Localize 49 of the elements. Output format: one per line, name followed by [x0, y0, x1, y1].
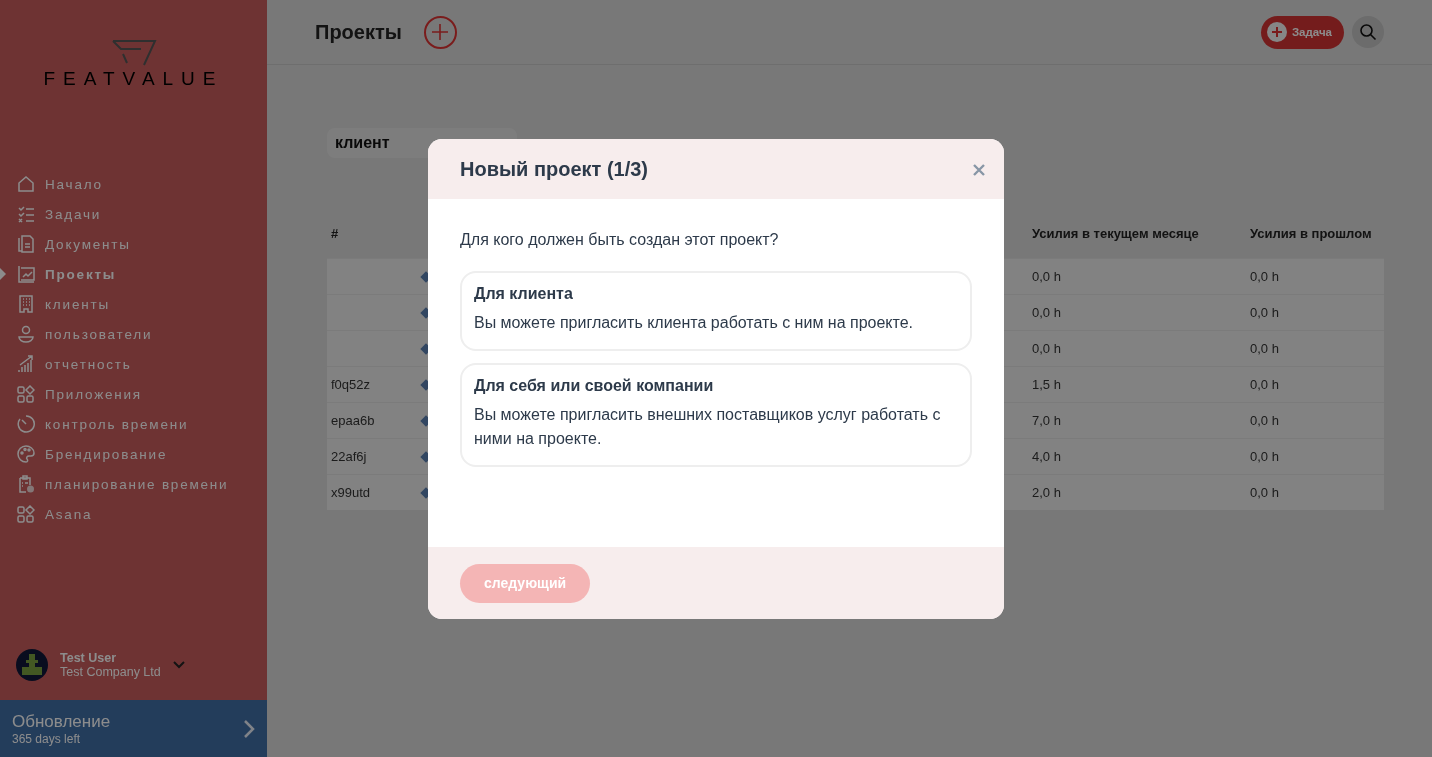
nav-item[interactable]: клиенты: [0, 289, 267, 319]
table-cell: x99utd: [327, 474, 418, 510]
nav-item[interactable]: Брендирование: [0, 439, 267, 469]
table-cell: 22af6j: [327, 438, 418, 474]
column-header: Усилия в прошлом: [1249, 224, 1373, 243]
table-cell: 0,0 h: [1246, 258, 1384, 294]
table-cell: 0,0 h: [1028, 258, 1246, 294]
upgrade-title: Обновление: [12, 711, 111, 732]
column-header: Усилия в текущем месяце: [1031, 224, 1200, 243]
nav-item[interactable]: планирование времени: [0, 469, 267, 499]
option-description: Вы можете пригласить клиента работать с ним на проекте.: [474, 313, 915, 333]
table-cell: 0,0 h: [1246, 438, 1384, 474]
project-type-option[interactable]: Для клиента Вы можете пригласить клиента работать с ним на проекте.: [460, 271, 972, 351]
table-cell: 0,0 h: [1246, 366, 1384, 402]
nav-item[interactable]: Приложения: [0, 379, 267, 409]
nav-item[interactable]: Проекты: [0, 259, 267, 289]
dialog-title: Новый проект (1/3): [460, 157, 648, 181]
nav-item[interactable]: Документы: [0, 229, 267, 259]
logo-text: FEATVALUE: [43, 68, 224, 90]
table-cell: 0,0 h: [1246, 330, 1384, 366]
table-cell: 0,0 h: [1246, 474, 1384, 510]
table-cell: 2,0 h: [1028, 474, 1246, 510]
table-cell: 1,5 h: [1028, 366, 1246, 402]
project-type-option[interactable]: Для себя или своей компании Вы можете пригласить внешних поставщиков услуг работать с ними на проекте.: [460, 363, 972, 467]
table-cell: 7,0 h: [1028, 402, 1246, 438]
table-cell: 0,0 h: [1028, 330, 1246, 366]
table-cell: 0,0 h: [1246, 294, 1384, 330]
nav-item[interactable]: Начало: [0, 169, 267, 199]
nav-item[interactable]: Задачи: [0, 199, 267, 229]
days-left: 365 days left: [12, 731, 82, 746]
add-task-button[interactable]: Задача: [1260, 15, 1344, 49]
option-description: Вы можете пригласить внешних поставщиков услуг работать с ними на проекте.: [474, 405, 942, 449]
nav-item[interactable]: отчетность: [0, 349, 267, 379]
option-title: Для себя или своей компании: [474, 377, 715, 395]
table-cell: epaa6b: [327, 402, 418, 438]
nav-item[interactable]: пользователи: [0, 319, 267, 349]
page-title: Проекты: [315, 20, 402, 44]
upgrade-banner[interactable]: Обновление 365 days left: [0, 700, 267, 757]
dialog-question: Для кого должен быть создан этот проект?: [460, 231, 780, 249]
nav-item[interactable]: Asana: [0, 499, 267, 529]
table-cell: f0q52z: [327, 366, 418, 402]
table-cell: 4,0 h: [1028, 438, 1246, 474]
table-cell: 0,0 h: [1028, 294, 1246, 330]
table-cell: 0,0 h: [1246, 402, 1384, 438]
nav-item[interactable]: контроль времени: [0, 409, 267, 439]
user-name: Test User: [60, 651, 118, 665]
option-title: Для клиента: [474, 285, 574, 303]
column-header: #: [330, 224, 340, 243]
company-name: Test Company Ltd: [60, 665, 161, 679]
